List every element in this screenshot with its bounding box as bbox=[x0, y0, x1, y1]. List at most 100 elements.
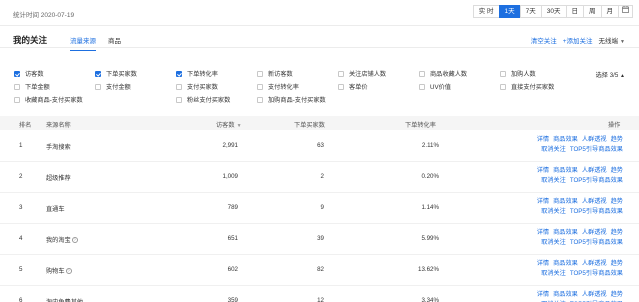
checkbox-icon[interactable] bbox=[14, 96, 20, 103]
trend-link[interactable]: 趋势 bbox=[611, 291, 623, 298]
metric-fans-pay-buyers[interactable]: 粉丝支付买家数 bbox=[176, 95, 230, 104]
detail-link[interactable]: 详情 bbox=[537, 198, 549, 205]
crowd-perspective-link[interactable]: 人群透视 bbox=[582, 136, 607, 143]
tab-products[interactable]: 商品 bbox=[108, 35, 121, 51]
add-follow-link[interactable]: +添加关注 bbox=[563, 35, 593, 45]
checkbox-icon[interactable] bbox=[14, 83, 20, 90]
unfollow-link[interactable]: 取消关注 bbox=[541, 146, 566, 153]
row-source-label: 我的淘宝 bbox=[46, 237, 71, 244]
col-conversion[interactable]: 下单转化率 bbox=[405, 120, 436, 129]
product-effect-link[interactable]: 商品效果 bbox=[553, 198, 578, 205]
metric-label: 支付金额 bbox=[106, 84, 131, 91]
time-btn-week[interactable]: 周 bbox=[583, 5, 602, 18]
metric-add-cart[interactable]: 加购人数 bbox=[500, 69, 536, 78]
checkbox-checked-icon[interactable] bbox=[95, 70, 101, 77]
metric-order-amount[interactable]: 下单金额 bbox=[14, 82, 50, 91]
metric-uv-value[interactable]: UV价值 bbox=[419, 82, 451, 91]
checkbox-icon[interactable] bbox=[419, 70, 425, 77]
metric-pay-buyers[interactable]: 支付买家数 bbox=[176, 82, 218, 91]
product-effect-link[interactable]: 商品效果 bbox=[553, 167, 578, 174]
metric-unit-price[interactable]: 客单价 bbox=[338, 82, 368, 91]
detail-link[interactable]: 详情 bbox=[537, 136, 549, 143]
metric-order-buyers[interactable]: 下单买家数 bbox=[95, 69, 137, 78]
product-effect-link[interactable]: 商品效果 bbox=[553, 136, 578, 143]
checkbox-icon[interactable] bbox=[95, 83, 101, 90]
crowd-perspective-link[interactable]: 人群透视 bbox=[582, 198, 607, 205]
time-btn-1day[interactable]: 1天 bbox=[498, 5, 521, 18]
row-conversion: 13.62% bbox=[418, 266, 439, 273]
tabs-divider bbox=[0, 47, 639, 48]
time-btn-month[interactable]: 月 bbox=[600, 5, 619, 18]
top5-link[interactable]: TOP5引导商品效果 bbox=[570, 239, 623, 246]
device-select[interactable]: 无线端 ▼ bbox=[599, 35, 625, 45]
col-visitors-label: 访客数 bbox=[216, 122, 235, 129]
top5-link[interactable]: TOP5引导商品效果 bbox=[570, 270, 623, 277]
col-buyers[interactable]: 下单买家数 bbox=[294, 120, 325, 129]
product-effect-link[interactable]: 商品效果 bbox=[553, 260, 578, 267]
metric-direct-pay-buyers[interactable]: 直接支付买家数 bbox=[500, 82, 554, 91]
unfollow-link[interactable]: 取消关注 bbox=[541, 239, 566, 246]
row-rank: 2 bbox=[19, 173, 23, 180]
checkbox-icon[interactable] bbox=[257, 70, 263, 77]
detail-link[interactable]: 详情 bbox=[537, 291, 549, 298]
row-conversion: 5.99% bbox=[421, 235, 439, 242]
metric-label: 下单买家数 bbox=[106, 71, 137, 78]
trend-link[interactable]: 趋势 bbox=[611, 167, 623, 174]
trend-link[interactable]: 趋势 bbox=[611, 198, 623, 205]
time-btn-7day[interactable]: 7天 bbox=[519, 5, 542, 18]
metric-pay-amount[interactable]: 支付金额 bbox=[95, 82, 131, 91]
checkbox-icon[interactable] bbox=[257, 83, 263, 90]
checkbox-icon[interactable] bbox=[176, 83, 182, 90]
time-btn-30day[interactable]: 30天 bbox=[540, 5, 567, 18]
metric-new-visitors[interactable]: 新访客数 bbox=[257, 69, 293, 78]
metric-cart-pay-buyers[interactable]: 加购商品-支付买家数 bbox=[257, 95, 326, 104]
sort-down-icon[interactable]: ▼ bbox=[237, 123, 242, 129]
checkbox-icon[interactable] bbox=[338, 70, 344, 77]
tab-traffic-source[interactable]: 流量来源 bbox=[70, 35, 96, 51]
crowd-perspective-link[interactable]: 人群透视 bbox=[582, 260, 607, 267]
checkbox-icon[interactable] bbox=[500, 83, 506, 90]
metric-product-favorites[interactable]: 商品收藏人数 bbox=[419, 69, 467, 78]
trend-link[interactable]: 趋势 bbox=[611, 260, 623, 267]
checkbox-icon[interactable] bbox=[257, 96, 263, 103]
top5-link[interactable]: TOP5引导商品效果 bbox=[570, 146, 623, 153]
product-effect-link[interactable]: 商品效果 bbox=[553, 229, 578, 236]
time-btn-realtime[interactable]: 实 时 bbox=[472, 5, 500, 18]
checkbox-checked-icon[interactable] bbox=[176, 70, 182, 77]
detail-link[interactable]: 详情 bbox=[537, 167, 549, 174]
help-icon[interactable]: ? bbox=[65, 268, 72, 275]
calendar-icon[interactable] bbox=[618, 5, 633, 18]
metric-label: 支付买家数 bbox=[187, 84, 218, 91]
unfollow-link[interactable]: 取消关注 bbox=[541, 208, 566, 215]
metric-label: UV价值 bbox=[430, 84, 451, 91]
checkbox-icon[interactable] bbox=[176, 96, 182, 103]
metric-fav-pay-buyers[interactable]: 收藏商品-支付买家数 bbox=[14, 95, 83, 104]
detail-link[interactable]: 详情 bbox=[537, 229, 549, 236]
detail-link[interactable]: 详情 bbox=[537, 260, 549, 267]
top5-link[interactable]: TOP5引导商品效果 bbox=[570, 177, 623, 184]
trend-link[interactable]: 趋势 bbox=[611, 136, 623, 143]
time-btn-day[interactable]: 日 bbox=[565, 5, 584, 18]
checkbox-icon[interactable] bbox=[419, 83, 425, 90]
unfollow-link[interactable]: 取消关注 bbox=[541, 177, 566, 184]
checkbox-icon[interactable] bbox=[338, 83, 344, 90]
crowd-perspective-link[interactable]: 人群透视 bbox=[582, 291, 607, 298]
select-count[interactable]: 选择 3/5 ▲ bbox=[596, 70, 625, 79]
crowd-perspective-link[interactable]: 人群透视 bbox=[582, 229, 607, 236]
checkbox-icon[interactable] bbox=[500, 70, 506, 77]
device-select-value: 无线端 bbox=[598, 38, 619, 45]
product-effect-link[interactable]: 商品效果 bbox=[553, 291, 578, 298]
metric-pay-conversion[interactable]: 支付转化率 bbox=[257, 82, 299, 91]
metric-shop-followers[interactable]: 关注店铺人数 bbox=[338, 69, 386, 78]
crowd-perspective-link[interactable]: 人群透视 bbox=[582, 167, 607, 174]
top5-link[interactable]: TOP5引导商品效果 bbox=[570, 208, 623, 215]
metric-visitors[interactable]: 访客数 bbox=[14, 69, 44, 78]
col-visitors[interactable]: 访客数 ▼ bbox=[216, 120, 242, 129]
clear-follow-link[interactable]: 清空关注 bbox=[531, 35, 557, 45]
metric-order-conversion[interactable]: 下单转化率 bbox=[176, 69, 218, 78]
row-visitors: 651 bbox=[227, 235, 238, 242]
unfollow-link[interactable]: 取消关注 bbox=[541, 270, 566, 277]
checkbox-checked-icon[interactable] bbox=[14, 70, 20, 77]
help-icon[interactable]: ? bbox=[71, 237, 78, 244]
trend-link[interactable]: 趋势 bbox=[611, 229, 623, 236]
